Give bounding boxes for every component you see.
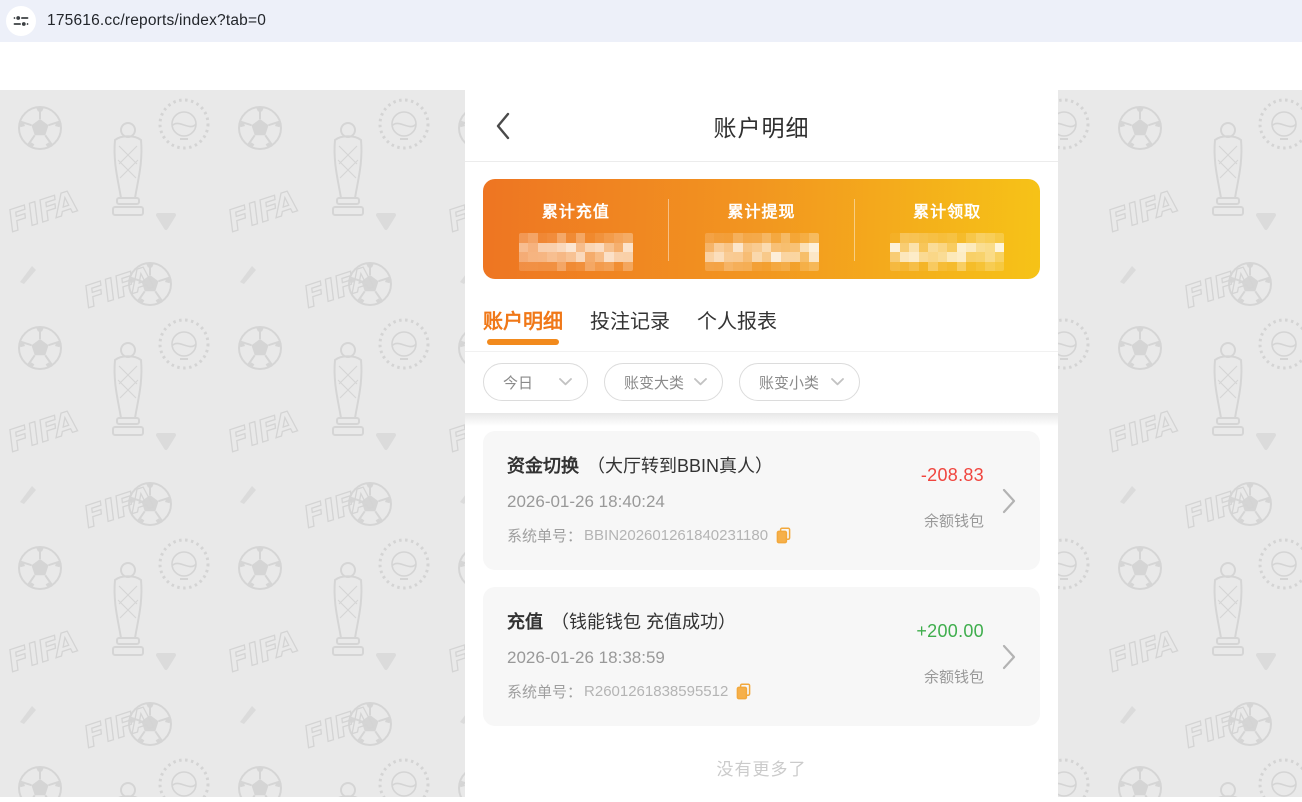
chevron-right-icon xyxy=(1002,488,1016,514)
copy-order-button[interactable] xyxy=(776,527,791,544)
chevron-down-icon xyxy=(831,378,844,386)
wallet-name: 余额钱包 xyxy=(916,666,984,687)
list-end-text: 没有更多了 xyxy=(465,743,1058,780)
transaction-row[interactable]: 充值 （钱能钱包 充值成功） 2026-01-26 18:38:59 系统单号： … xyxy=(483,587,1040,726)
minor-type-filter-dropdown[interactable]: 账变小类 xyxy=(739,363,860,401)
page-title: 账户明细 xyxy=(714,109,810,143)
order-label: 系统单号： xyxy=(507,525,582,546)
tab-label: 账户明细 xyxy=(483,311,563,333)
stat-label: 累计充值 xyxy=(542,198,610,222)
redacted-value xyxy=(890,233,1004,271)
transaction-datetime: 2026-01-26 18:38:59 xyxy=(507,648,930,668)
redacted-value xyxy=(519,233,633,271)
stat-divider xyxy=(668,199,669,261)
tab-account-details[interactable]: 账户明细 xyxy=(483,305,563,351)
chevron-left-icon xyxy=(495,111,512,141)
tab-label: 投注记录 xyxy=(590,311,670,333)
stat-divider xyxy=(854,199,855,261)
major-type-filter-dropdown[interactable]: 账变大类 xyxy=(604,363,723,401)
dropdown-label: 今日 xyxy=(503,372,533,393)
date-filter-dropdown[interactable]: 今日 xyxy=(483,363,588,401)
summary-card: 累计充值 累计提现 累计领取 xyxy=(483,179,1040,279)
transaction-amount-block: +200.00 余额钱包 xyxy=(916,621,984,687)
order-number: BBIN202601261840231180 xyxy=(584,527,768,544)
stat-total-claim: 累计领取 xyxy=(854,179,1040,279)
site-info-button[interactable] xyxy=(6,6,36,36)
stat-label: 累计提现 xyxy=(728,198,796,222)
copy-icon xyxy=(736,683,751,700)
transaction-detail-button[interactable] xyxy=(1002,488,1016,514)
transaction-row[interactable]: 资金切换 （大厅转到BBIN真人） 2026-01-26 18:40:24 系统单… xyxy=(483,431,1040,570)
transaction-title: 资金切换 （大厅转到BBIN真人） xyxy=(507,452,930,478)
wallet-name: 余额钱包 xyxy=(921,510,984,531)
transaction-title: 充值 （钱能钱包 充值成功） xyxy=(507,608,930,634)
chevron-down-icon xyxy=(559,378,572,386)
page-header: 账户明细 xyxy=(465,90,1058,162)
browser-url-bar[interactable]: 175616.cc/reports/index?tab=0 xyxy=(0,0,1302,42)
chevron-right-icon xyxy=(1002,644,1016,670)
copy-order-button[interactable] xyxy=(736,683,751,700)
tab-bet-records[interactable]: 投注记录 xyxy=(590,305,670,351)
browser-content-top-strip xyxy=(0,42,1302,90)
stat-total-withdraw: 累计提现 xyxy=(669,179,855,279)
report-tabs: 账户明细 投注记录 个人报表 xyxy=(465,279,1058,352)
stat-label: 累计领取 xyxy=(913,198,981,222)
transaction-order-row: 系统单号： BBIN202601261840231180 xyxy=(507,525,930,546)
site-settings-icon xyxy=(12,12,30,30)
transaction-note: （钱能钱包 充值成功） xyxy=(551,612,736,632)
back-button[interactable] xyxy=(495,111,512,141)
transaction-amount: -208.83 xyxy=(921,465,984,486)
chevron-down-icon xyxy=(694,378,707,386)
dropdown-label: 账变大类 xyxy=(624,372,684,393)
tab-label: 个人报表 xyxy=(697,311,777,333)
filter-bar: 今日 账变大类 账变小类 xyxy=(465,352,1058,410)
transaction-order-row: 系统单号： R2601261838595512 xyxy=(507,681,930,702)
dropdown-label: 账变小类 xyxy=(759,372,819,393)
transaction-amount-block: -208.83 余额钱包 xyxy=(921,465,984,531)
tab-personal-report[interactable]: 个人报表 xyxy=(697,305,777,351)
url-text[interactable]: 175616.cc/reports/index?tab=0 xyxy=(47,12,266,30)
transaction-detail-button[interactable] xyxy=(1002,644,1016,670)
redacted-value xyxy=(705,233,819,271)
copy-icon xyxy=(776,527,791,544)
transaction-type: 充值 xyxy=(507,612,543,632)
app-panel: 账户明细 累计充值 累计提现 累计领取 账户明细 投注记录 个人报表 xyxy=(465,90,1058,797)
transaction-note: （大厅转到BBIN真人） xyxy=(587,456,773,476)
filter-shadow xyxy=(465,413,1058,426)
order-number: R2601261838595512 xyxy=(584,683,728,700)
transaction-datetime: 2026-01-26 18:40:24 xyxy=(507,492,930,512)
transaction-type: 资金切换 xyxy=(507,456,579,476)
active-tab-indicator xyxy=(487,339,559,345)
stat-total-deposit: 累计充值 xyxy=(483,179,669,279)
transaction-amount: +200.00 xyxy=(916,621,984,642)
order-label: 系统单号： xyxy=(507,681,582,702)
